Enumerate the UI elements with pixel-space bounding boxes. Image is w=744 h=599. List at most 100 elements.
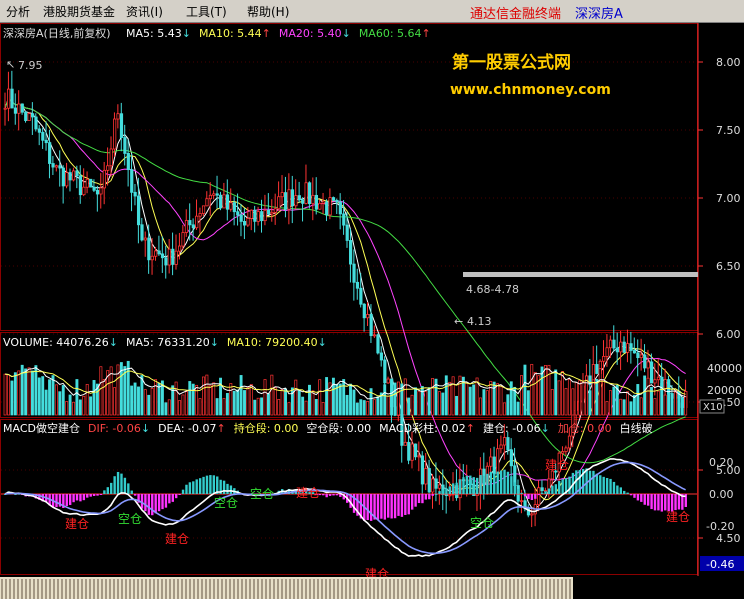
volume-bar [249, 384, 253, 416]
candle-body [256, 211, 260, 222]
candle-body [188, 220, 192, 226]
candle-body [85, 178, 89, 188]
candle-body [273, 208, 277, 213]
volume-bar [232, 390, 236, 416]
volume-bar [342, 379, 346, 416]
volume-bar [195, 384, 199, 416]
volume-bar [188, 381, 192, 416]
candle-body [427, 468, 431, 493]
candle-body [113, 118, 117, 150]
volume-bar [550, 389, 554, 416]
volume-bar [17, 370, 21, 416]
candle-body [232, 202, 236, 213]
volume-bar [359, 399, 363, 416]
volume-bar [208, 385, 212, 416]
volume-bar [424, 391, 428, 416]
volume-bar [164, 402, 168, 416]
legend-entry-6: 建仓: -0.06 [483, 421, 541, 435]
volume-bar [294, 379, 298, 416]
candle-body [178, 245, 182, 252]
price-tick-label: 8.00 [716, 56, 741, 69]
volume-bar [130, 385, 134, 416]
legend-arrow-3: ↑ [422, 27, 431, 40]
candle-body [366, 314, 370, 319]
menu-info[interactable]: 资讯(I) [126, 3, 163, 20]
macd-histogram-bar [397, 494, 400, 516]
macd-histogram-bar [154, 494, 157, 514]
volume-bar [167, 399, 171, 416]
legend-entry-0: MACD做空建仓 [3, 421, 80, 435]
volume-bar [373, 399, 376, 416]
candle-body [335, 199, 339, 203]
macd-histogram-bar [472, 477, 475, 494]
candle-body [646, 361, 650, 369]
macd-histogram-bar [226, 483, 229, 494]
high-annotation: 7.95 [18, 59, 43, 72]
menu-help[interactable]: 帮助(H) [247, 3, 289, 20]
menu-tools[interactable]: 工具(T) [186, 3, 227, 20]
volume-bar [24, 368, 28, 416]
volume-bar [113, 387, 116, 416]
volume-bar [383, 384, 387, 416]
candle-body [561, 451, 565, 454]
candle-body [160, 253, 165, 259]
volume-bar [58, 391, 62, 416]
macd-histogram-bar [185, 484, 188, 494]
candle-body [181, 232, 185, 247]
chart-area[interactable]: 8.007.507.006.506.005.505.004.50 深深房A(日线… [0, 23, 744, 599]
volume-bar [407, 397, 411, 416]
legend-entry-7: 加仓: 0.00 [558, 421, 612, 435]
volume-bar [376, 396, 380, 416]
volume-bars [3, 360, 688, 416]
volume-bar [273, 387, 277, 416]
volume-bar [567, 379, 571, 416]
volume-bar [547, 364, 551, 416]
volume-bar [51, 375, 55, 416]
candle-body [61, 167, 65, 187]
candle-body [215, 193, 219, 196]
volume-bar [684, 396, 688, 416]
macd-histogram-bar [475, 477, 479, 494]
volume-bar [677, 397, 681, 416]
macd-histogram-bar [192, 481, 195, 494]
menu-hk-futures-funds[interactable]: 港股期货基金 [43, 3, 115, 20]
legend-entry-8: 白线破 [620, 421, 653, 435]
volume-bar [479, 397, 482, 416]
candle-body [150, 255, 154, 261]
candle-body [198, 213, 202, 217]
candle-body [352, 263, 356, 283]
volume-bar [520, 375, 523, 416]
candle-body [301, 199, 305, 204]
volume-bar [472, 384, 476, 416]
macd-histogram-bar [489, 471, 493, 494]
volume-bar [301, 396, 305, 416]
volume-bar [239, 375, 243, 416]
candle-body [205, 198, 209, 207]
volume-bar [41, 376, 45, 416]
price-legend: MA5: 5.43↓ MA10: 5.44↑ MA20: 5.40↓ MA60: 5.… [126, 27, 431, 40]
macd-histogram-bar [585, 468, 588, 494]
candle-body [311, 194, 315, 205]
volume-bar [202, 376, 205, 416]
candle-body [133, 191, 137, 197]
volume-bar [297, 390, 301, 416]
price-tick-label: 7.00 [716, 192, 741, 205]
macd-histogram-bar [544, 491, 547, 494]
candle-body [147, 237, 151, 261]
macd-histogram-bar [99, 494, 103, 495]
legend-arrow-2: ↑ [216, 422, 225, 435]
candle-body [89, 178, 93, 188]
macd-histogram-bar [376, 494, 380, 520]
watermark-title: 第一股票公式网 [452, 52, 571, 73]
candle-body [383, 359, 387, 384]
macd-histogram-bar [530, 494, 534, 501]
menu-analysis[interactable]: 分析 [6, 3, 30, 20]
candle-body [612, 339, 616, 349]
legend-arrow-0: ↓ [109, 336, 118, 349]
volume-bar [663, 394, 667, 416]
volume-bar [643, 375, 647, 416]
volume-bar [561, 371, 565, 416]
volume-bar [482, 389, 486, 416]
volume-bar [13, 372, 17, 416]
candle-body [355, 281, 360, 289]
